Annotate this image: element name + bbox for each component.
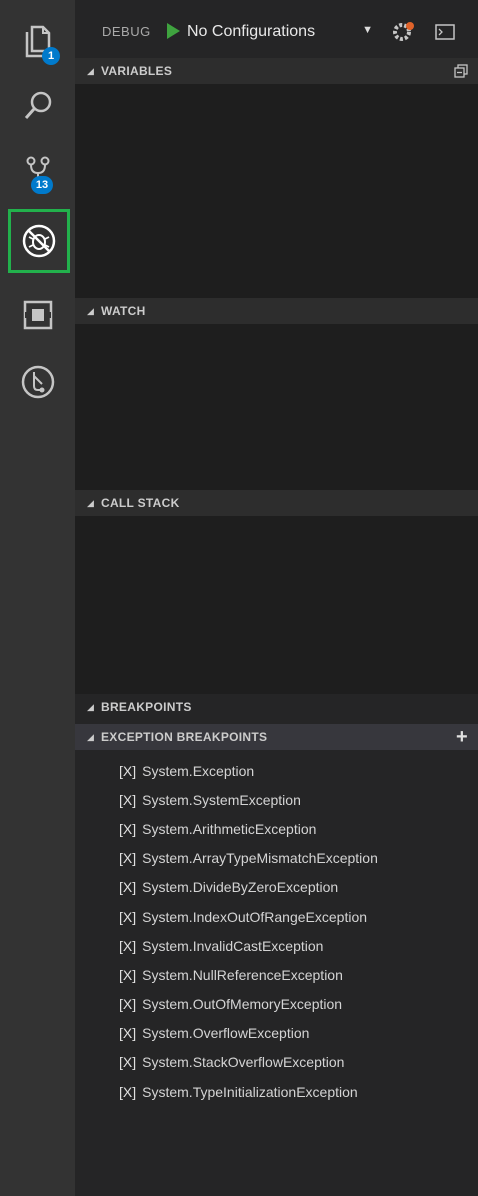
- watch-title: WATCH: [101, 304, 146, 318]
- exception-list: [X] System.Exception [X] System.SystemExce…: [75, 756, 478, 1106]
- source-control-button[interactable]: 13: [8, 140, 68, 200]
- exception-label: System.IndexOutOfRangeException: [142, 908, 368, 925]
- explorer-badge: 1: [42, 47, 60, 65]
- list-item[interactable]: [X] System.StackOverflowException: [75, 1048, 478, 1077]
- list-item[interactable]: [X] System.Exception: [75, 756, 478, 785]
- breakpoints-header[interactable]: ◢ BREAKPOINTS: [75, 694, 478, 720]
- search-button[interactable]: [8, 76, 68, 136]
- checkbox[interactable]: [X]: [119, 1084, 136, 1100]
- checkbox[interactable]: [X]: [119, 792, 136, 808]
- checkbox[interactable]: [X]: [119, 1054, 136, 1070]
- list-item[interactable]: [X] System.IndexOutOfRangeException: [75, 902, 478, 931]
- debug-console-icon[interactable]: [435, 24, 455, 40]
- explorer-button[interactable]: 1: [8, 12, 68, 72]
- debug-toolbar: DEBUG No Configurations ▼: [75, 0, 478, 62]
- exception-breakpoints-header[interactable]: ◢ EXCEPTION BREAKPOINTS +: [75, 724, 478, 750]
- configuration-value: No Configurations: [187, 23, 316, 40]
- activity-bar: 1 13: [0, 0, 75, 1196]
- list-item[interactable]: [X] System.NullReferenceException: [75, 960, 478, 989]
- watch-body: [75, 324, 478, 490]
- checkbox[interactable]: [X]: [119, 996, 136, 1012]
- exception-breakpoints-title: EXCEPTION BREAKPOINTS: [101, 730, 268, 744]
- breakpoints-title: BREAKPOINTS: [101, 700, 192, 714]
- extensions-icon: [23, 300, 53, 330]
- git-lens-button[interactable]: [8, 352, 68, 412]
- checkbox[interactable]: [X]: [119, 938, 136, 954]
- checkbox[interactable]: [X]: [119, 763, 136, 779]
- collapse-triangle-icon: ◢: [87, 701, 95, 712]
- exception-label: System.TypeInitializationException: [142, 1083, 358, 1100]
- exception-label: System.DivideByZeroException: [142, 879, 339, 896]
- call-stack-title: CALL STACK: [101, 496, 180, 510]
- collapse-triangle-icon: ◢: [87, 65, 95, 76]
- collapse-triangle-icon: ◢: [87, 497, 95, 508]
- checkbox[interactable]: [X]: [119, 1025, 136, 1041]
- exception-label: System.SystemException: [142, 791, 301, 808]
- start-debugging-icon[interactable]: [165, 22, 181, 40]
- variables-header[interactable]: ◢ VARIABLES: [75, 58, 478, 84]
- debug-icon: [22, 224, 56, 258]
- list-item[interactable]: [X] System.OverflowException: [75, 1019, 478, 1048]
- search-icon: [24, 91, 52, 119]
- checkbox[interactable]: [X]: [119, 850, 136, 866]
- checkbox[interactable]: [X]: [119, 879, 136, 895]
- call-stack-header[interactable]: ◢ CALL STACK: [75, 490, 478, 516]
- chevron-down-icon: ▼: [362, 24, 373, 36]
- checkbox[interactable]: [X]: [119, 967, 136, 983]
- exception-label: System.InvalidCastException: [142, 937, 324, 954]
- exception-label: System.Exception: [142, 762, 255, 779]
- list-item[interactable]: [X] System.DivideByZeroException: [75, 873, 478, 902]
- git-history-icon: [21, 365, 55, 399]
- list-item[interactable]: [X] System.ArrayTypeMismatchException: [75, 844, 478, 873]
- list-item[interactable]: [X] System.TypeInitializationException: [75, 1077, 478, 1106]
- variables-body: [75, 84, 478, 298]
- debug-panel: DEBUG No Configurations ▼ ◢ VARIABLES ◢: [75, 0, 478, 1196]
- list-item[interactable]: [X] System.InvalidCastException: [75, 931, 478, 960]
- checkbox[interactable]: [X]: [119, 821, 136, 837]
- add-exception-button[interactable]: +: [456, 727, 468, 747]
- list-item[interactable]: [X] System.ArithmeticException: [75, 814, 478, 843]
- checkbox[interactable]: [X]: [119, 909, 136, 925]
- list-item[interactable]: [X] System.SystemException: [75, 785, 478, 814]
- exception-label: System.ArrayTypeMismatchException: [142, 850, 378, 867]
- extensions-button[interactable]: [8, 285, 68, 345]
- variables-title: VARIABLES: [101, 64, 173, 78]
- call-stack-body: [75, 516, 478, 694]
- exception-label: System.ArithmeticException: [142, 820, 317, 837]
- gear-icon[interactable]: [390, 19, 416, 45]
- exception-label: System.OverflowException: [142, 1025, 310, 1042]
- collapse-all-icon[interactable]: [454, 64, 468, 78]
- debug-button[interactable]: [8, 209, 70, 273]
- scm-badge: 13: [31, 176, 53, 194]
- exception-label: System.OutOfMemoryException: [142, 996, 343, 1013]
- exception-label: System.StackOverflowException: [142, 1054, 345, 1071]
- configuration-select[interactable]: No Configurations ▼: [187, 18, 379, 46]
- collapse-triangle-icon: ◢: [87, 731, 95, 742]
- exception-label: System.NullReferenceException: [142, 966, 343, 983]
- collapse-triangle-icon: ◢: [87, 305, 95, 316]
- debug-label: DEBUG: [102, 24, 151, 39]
- watch-header[interactable]: ◢ WATCH: [75, 298, 478, 324]
- list-item[interactable]: [X] System.OutOfMemoryException: [75, 990, 478, 1019]
